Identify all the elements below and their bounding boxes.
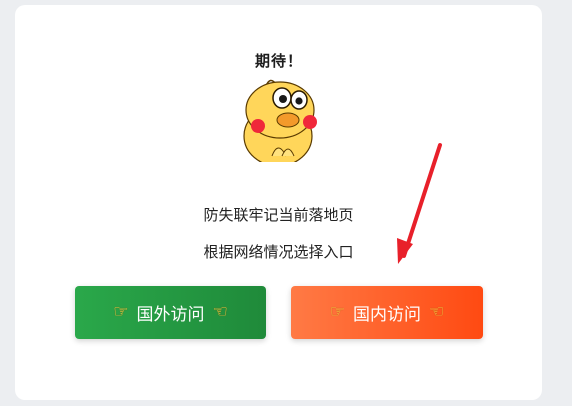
- mascot-caption: 期待！: [254, 52, 303, 70]
- pointing-hand-left-icon: ☜: [429, 302, 445, 322]
- domestic-access-label: 国内访问: [353, 305, 421, 325]
- message-line-2: 根据网络情况选择入口: [203, 243, 354, 261]
- pointing-hand-right-icon: ☞: [113, 302, 129, 322]
- pointing-hand-right-icon: ☞: [329, 302, 345, 322]
- pointing-hand-left-icon: ☜: [212, 302, 228, 322]
- international-access-label: 国外访问: [136, 305, 205, 325]
- duck-mascot-icon: [243, 79, 317, 162]
- domestic-access-button[interactable]: ☞ 国内访问 ☜: [291, 286, 483, 339]
- international-access-button[interactable]: ☞ 国外访问 ☜: [75, 286, 266, 339]
- mascot-sticker: 期待！: [236, 50, 322, 162]
- message-line-1: 防失联牢记当前落地页: [203, 206, 354, 224]
